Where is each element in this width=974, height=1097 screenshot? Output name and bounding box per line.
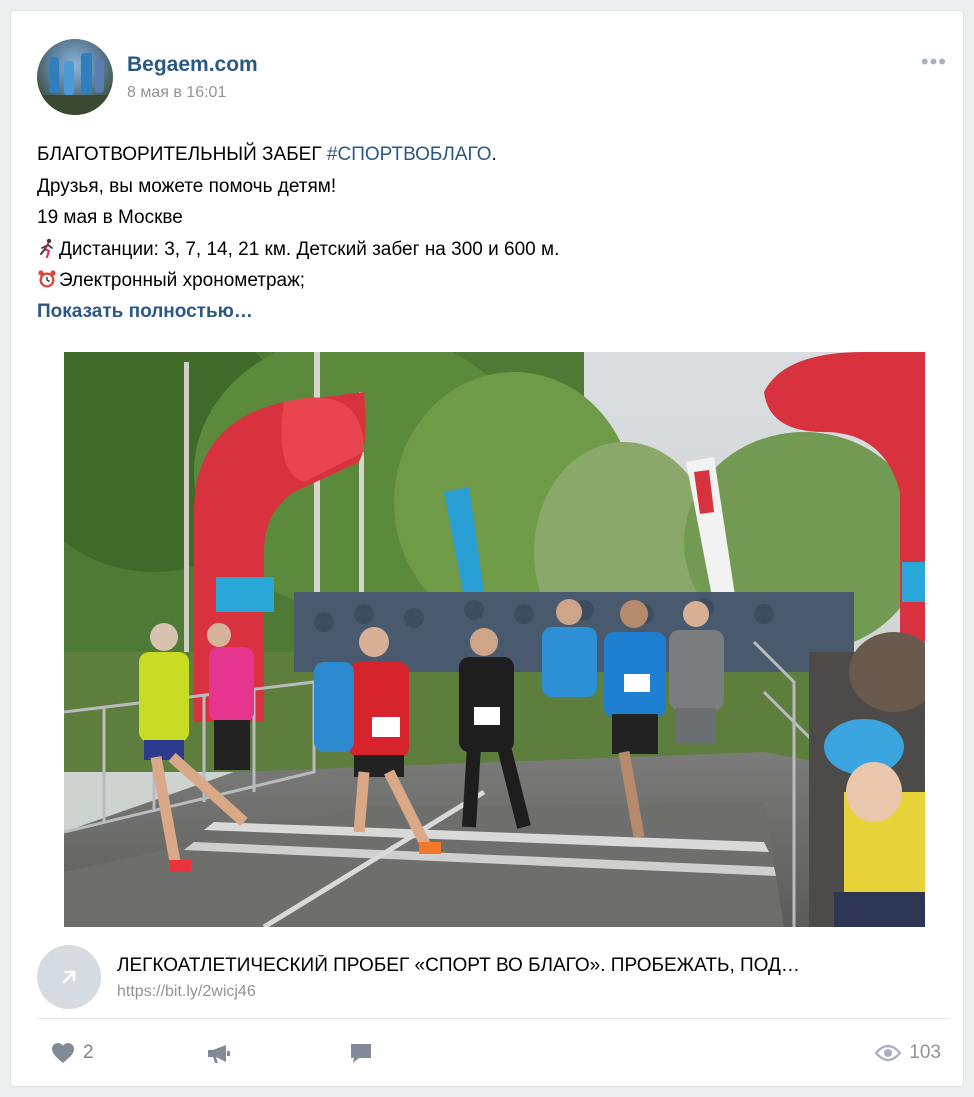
- post-actions: 2 103: [51, 1037, 941, 1073]
- like-button[interactable]: 2: [51, 1037, 94, 1069]
- post-date[interactable]: 8 мая в 16:01: [127, 84, 226, 102]
- views-counter: 103: [875, 1037, 941, 1069]
- post-photo[interactable]: [64, 352, 925, 927]
- link-title[interactable]: ЛЕГКОАТЛЕТИЧЕСКИЙ ПРОБЕГ «СПОРТ ВО БЛАГО…: [117, 955, 947, 977]
- hashtag-link[interactable]: #СПОРТВОБЛАГО: [327, 144, 492, 165]
- more-icon[interactable]: •••: [921, 51, 947, 73]
- alarm-clock-emoji: [38, 270, 56, 288]
- heart-icon: [52, 1043, 74, 1063]
- post-card: Begaem.com 8 мая в 16:01 ••• БЛАГОТВОРИТ…: [10, 10, 964, 1087]
- comment-icon: [351, 1044, 371, 1063]
- link-url[interactable]: https://bit.ly/2wicj46: [117, 983, 256, 1001]
- comment-button[interactable]: [349, 1037, 373, 1069]
- race-start-photo: [64, 352, 925, 927]
- show-more-link[interactable]: Показать полностью…: [37, 301, 253, 323]
- megaphone-icon: [208, 1045, 230, 1063]
- post-text-line-4: Дистанции: 3, 7, 14, 21 км. Детский забе…: [37, 234, 937, 266]
- like-count: 2: [83, 1042, 94, 1063]
- post-text: БЛАГОТВОРИТЕЛЬНЫЙ ЗАБЕГ #СПОРТВОБЛАГО. Д…: [37, 139, 937, 297]
- post-text-line-2: Друзья, вы можете помочь детям!: [37, 175, 337, 197]
- share-button[interactable]: [206, 1037, 232, 1069]
- post-text-line-3: 19 мая в Москве: [37, 207, 183, 228]
- view-count: 103: [909, 1042, 941, 1063]
- post-text-line-1: БЛАГОТВОРИТЕЛЬНЫЙ ЗАБЕГ #СПОРТВОБЛАГО.: [37, 144, 497, 165]
- author-name[interactable]: Begaem.com: [127, 53, 258, 77]
- link-arrow-icon[interactable]: [37, 945, 101, 1009]
- post-header: Begaem.com 8 мая в 16:01 •••: [37, 39, 947, 119]
- link-attachment[interactable]: ЛЕГКОАТЛЕТИЧЕСКИЙ ПРОБЕГ «СПОРТ ВО БЛАГО…: [37, 943, 947, 1009]
- eye-icon: [875, 1044, 902, 1062]
- post-text-line-5: Электронный хронометраж;: [37, 265, 937, 297]
- divider: [37, 1018, 949, 1019]
- avatar[interactable]: [37, 39, 113, 115]
- runner-emoji: [40, 238, 53, 258]
